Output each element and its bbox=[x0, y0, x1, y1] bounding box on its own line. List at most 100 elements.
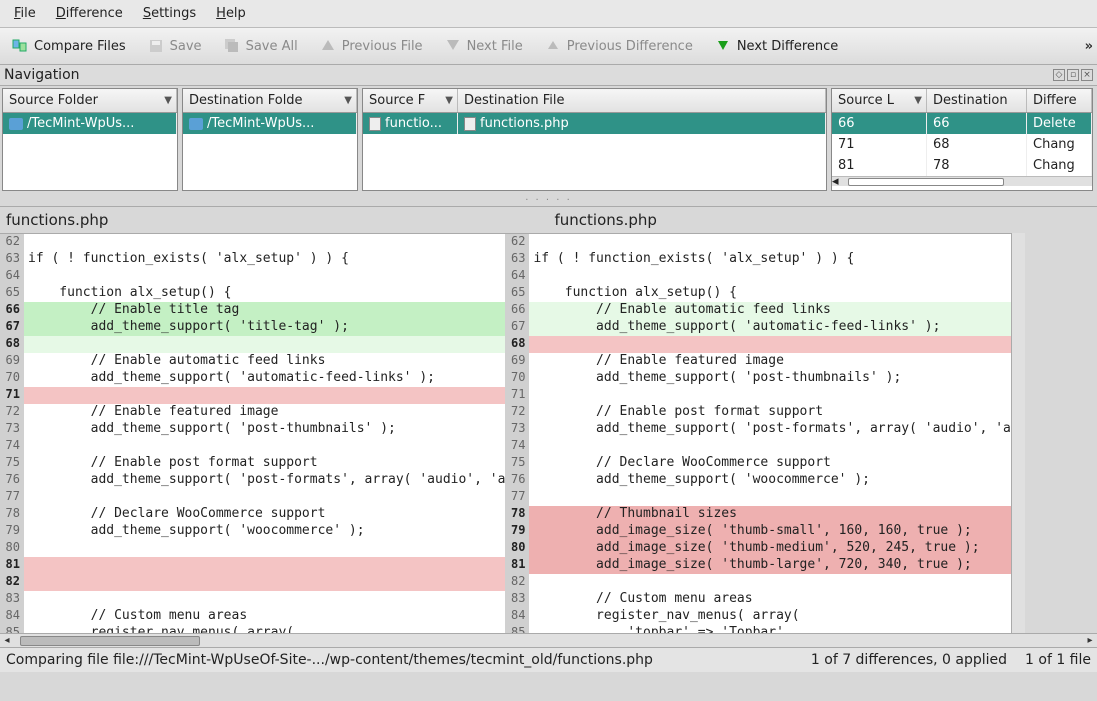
code-line[interactable]: 74 bbox=[0, 438, 505, 455]
code-line[interactable]: 65 function alx_setup() { bbox=[0, 285, 505, 302]
code-line[interactable]: 76 add_theme_support( 'post-formats', ar… bbox=[0, 472, 505, 489]
code-line[interactable]: 69 // Enable featured image bbox=[505, 353, 1010, 370]
code-text: // Enable post format support bbox=[24, 455, 505, 472]
code-line[interactable]: 77 bbox=[0, 489, 505, 506]
previous-diff-button[interactable]: Previous Difference bbox=[537, 34, 701, 58]
diff-row[interactable]: 8178Chang bbox=[832, 155, 1092, 176]
dest-folder-head[interactable]: Destination Folde▼ bbox=[183, 89, 357, 112]
diff-dst-head[interactable]: Destination bbox=[927, 89, 1027, 112]
code-line[interactable]: 67 add_theme_support( 'title-tag' ); bbox=[0, 319, 505, 336]
code-line[interactable]: 68 bbox=[0, 336, 505, 353]
vertical-scrollbar[interactable] bbox=[1011, 233, 1025, 633]
code-line[interactable]: 75 // Declare WooCommerce support bbox=[505, 455, 1010, 472]
code-text bbox=[24, 234, 505, 251]
nav-restore-icon[interactable]: ▫ bbox=[1067, 69, 1079, 81]
code-line[interactable]: 82 bbox=[505, 574, 1010, 591]
code-line[interactable]: 78 // Thumbnail sizes bbox=[505, 506, 1010, 523]
code-line[interactable]: 75 // Enable post format support bbox=[0, 455, 505, 472]
code-line[interactable]: 80 bbox=[0, 540, 505, 557]
code-line[interactable]: 62 bbox=[505, 234, 1010, 251]
file-icon bbox=[369, 117, 381, 131]
line-number: 62 bbox=[0, 234, 24, 251]
code-line[interactable]: 65 function alx_setup() { bbox=[505, 285, 1010, 302]
toolbar-overflow[interactable]: » bbox=[1085, 39, 1093, 54]
splitter-handle[interactable]: · · · · · bbox=[0, 195, 1097, 206]
previous-file-button[interactable]: Previous File bbox=[312, 34, 431, 58]
next-diff-button[interactable]: Next Difference bbox=[707, 34, 846, 58]
scroll-left-arrow[interactable]: ◂ bbox=[0, 635, 14, 647]
nav-detach-icon[interactable]: ◇ bbox=[1053, 69, 1065, 81]
code-line[interactable]: 79 add_theme_support( 'woocommerce' ); bbox=[0, 523, 505, 540]
code-line[interactable]: 69 // Enable automatic feed links bbox=[0, 353, 505, 370]
horizontal-scrollbar[interactable]: ◂ ▸ bbox=[0, 633, 1097, 647]
code-line[interactable]: 83 // Custom menu areas bbox=[505, 591, 1010, 608]
save-all-button[interactable]: Save All bbox=[216, 34, 306, 58]
diff-row[interactable]: 6666Delete bbox=[832, 113, 1092, 134]
compare-files-button[interactable]: Compare Files bbox=[4, 34, 134, 58]
code-line[interactable]: 63if ( ! function_exists( 'alx_setup' ) … bbox=[0, 251, 505, 268]
code-line[interactable]: 73 add_theme_support( 'post-thumbnails' … bbox=[0, 421, 505, 438]
line-number: 78 bbox=[505, 506, 529, 523]
code-line[interactable]: 71 bbox=[0, 387, 505, 404]
file-row[interactable]: functio... functions.php bbox=[363, 113, 826, 134]
code-line[interactable]: 70 add_theme_support( 'automatic-feed-li… bbox=[0, 370, 505, 387]
code-line[interactable]: 84 register_nav_menus( array( bbox=[505, 608, 1010, 625]
dest-folder-row[interactable]: /TecMint-WpUs... bbox=[183, 113, 357, 134]
code-line[interactable]: 64 bbox=[505, 268, 1010, 285]
diff-editors: 6263if ( ! function_exists( 'alx_setup' … bbox=[0, 233, 1011, 633]
menu-file[interactable]: File bbox=[4, 2, 46, 25]
code-line[interactable]: 70 add_theme_support( 'post-thumbnails' … bbox=[505, 370, 1010, 387]
menu-settings[interactable]: Settings bbox=[133, 2, 206, 25]
line-number: 68 bbox=[0, 336, 24, 353]
source-folder-row[interactable]: /TecMint-WpUs... bbox=[3, 113, 177, 134]
left-editor[interactable]: 6263if ( ! function_exists( 'alx_setup' … bbox=[0, 234, 505, 633]
code-line[interactable]: 72 // Enable post format support bbox=[505, 404, 1010, 421]
diff-src-head[interactable]: Source L▼ bbox=[832, 89, 927, 112]
code-line[interactable]: 77 bbox=[505, 489, 1010, 506]
code-line[interactable]: 85 'topbar' => 'Topbar', bbox=[505, 625, 1010, 633]
line-number: 85 bbox=[505, 625, 529, 633]
diff-type-head[interactable]: Differe bbox=[1027, 89, 1092, 112]
dest-file-head[interactable]: Destination File bbox=[458, 89, 826, 112]
source-file-head[interactable]: Source F▼ bbox=[363, 89, 458, 112]
code-line[interactable]: 85 register_nav_menus( array( bbox=[0, 625, 505, 633]
code-line[interactable]: 68 bbox=[505, 336, 1010, 353]
navigation-title: Navigation bbox=[4, 67, 80, 83]
code-line[interactable]: 81 bbox=[0, 557, 505, 574]
code-line[interactable]: 76 add_theme_support( 'woocommerce' ); bbox=[505, 472, 1010, 489]
code-line[interactable]: 83 bbox=[0, 591, 505, 608]
code-line[interactable]: 67 add_theme_support( 'automatic-feed-li… bbox=[505, 319, 1010, 336]
scroll-right-arrow[interactable]: ▸ bbox=[1083, 635, 1097, 647]
code-line[interactable]: 63if ( ! function_exists( 'alx_setup' ) … bbox=[505, 251, 1010, 268]
code-line[interactable]: 74 bbox=[505, 438, 1010, 455]
code-line[interactable]: 73 add_theme_support( 'post-formats', ar… bbox=[505, 421, 1010, 438]
code-line[interactable]: 66 // Enable automatic feed links bbox=[505, 302, 1010, 319]
save-button[interactable]: Save bbox=[140, 34, 210, 58]
nav-close-icon[interactable]: × bbox=[1081, 69, 1093, 81]
code-text bbox=[529, 268, 1010, 285]
line-number: 67 bbox=[0, 319, 24, 336]
source-folder-head[interactable]: Source Folder▼ bbox=[3, 89, 177, 112]
code-line[interactable]: 84 // Custom menu areas bbox=[0, 608, 505, 625]
code-line[interactable]: 64 bbox=[0, 268, 505, 285]
code-line[interactable]: 82 bbox=[0, 574, 505, 591]
next-file-button[interactable]: Next File bbox=[437, 34, 531, 58]
line-number: 84 bbox=[505, 608, 529, 625]
code-line[interactable]: 71 bbox=[505, 387, 1010, 404]
right-editor[interactable]: 6263if ( ! function_exists( 'alx_setup' … bbox=[505, 234, 1010, 633]
code-line[interactable]: 72 // Enable featured image bbox=[0, 404, 505, 421]
diff-row[interactable]: 7168Chang bbox=[832, 134, 1092, 155]
code-line[interactable]: 62 bbox=[0, 234, 505, 251]
files-panel: Source F▼ Destination File functio... fu… bbox=[362, 88, 827, 191]
code-line[interactable]: 78 // Declare WooCommerce support bbox=[0, 506, 505, 523]
code-line[interactable]: 80 add_image_size( 'thumb-medium', 520, … bbox=[505, 540, 1010, 557]
code-text: if ( ! function_exists( 'alx_setup' ) ) … bbox=[529, 251, 1010, 268]
code-line[interactable]: 66 // Enable title tag bbox=[0, 302, 505, 319]
scroll-thumb[interactable] bbox=[20, 636, 200, 646]
code-line[interactable]: 81 add_image_size( 'thumb-large', 720, 3… bbox=[505, 557, 1010, 574]
diff-scrollbar[interactable]: ◂ bbox=[832, 176, 1092, 186]
menu-difference[interactable]: Difference bbox=[46, 2, 133, 25]
menu-help[interactable]: Help bbox=[206, 2, 256, 25]
code-line[interactable]: 79 add_image_size( 'thumb-small', 160, 1… bbox=[505, 523, 1010, 540]
code-text: // Custom menu areas bbox=[529, 591, 1010, 608]
